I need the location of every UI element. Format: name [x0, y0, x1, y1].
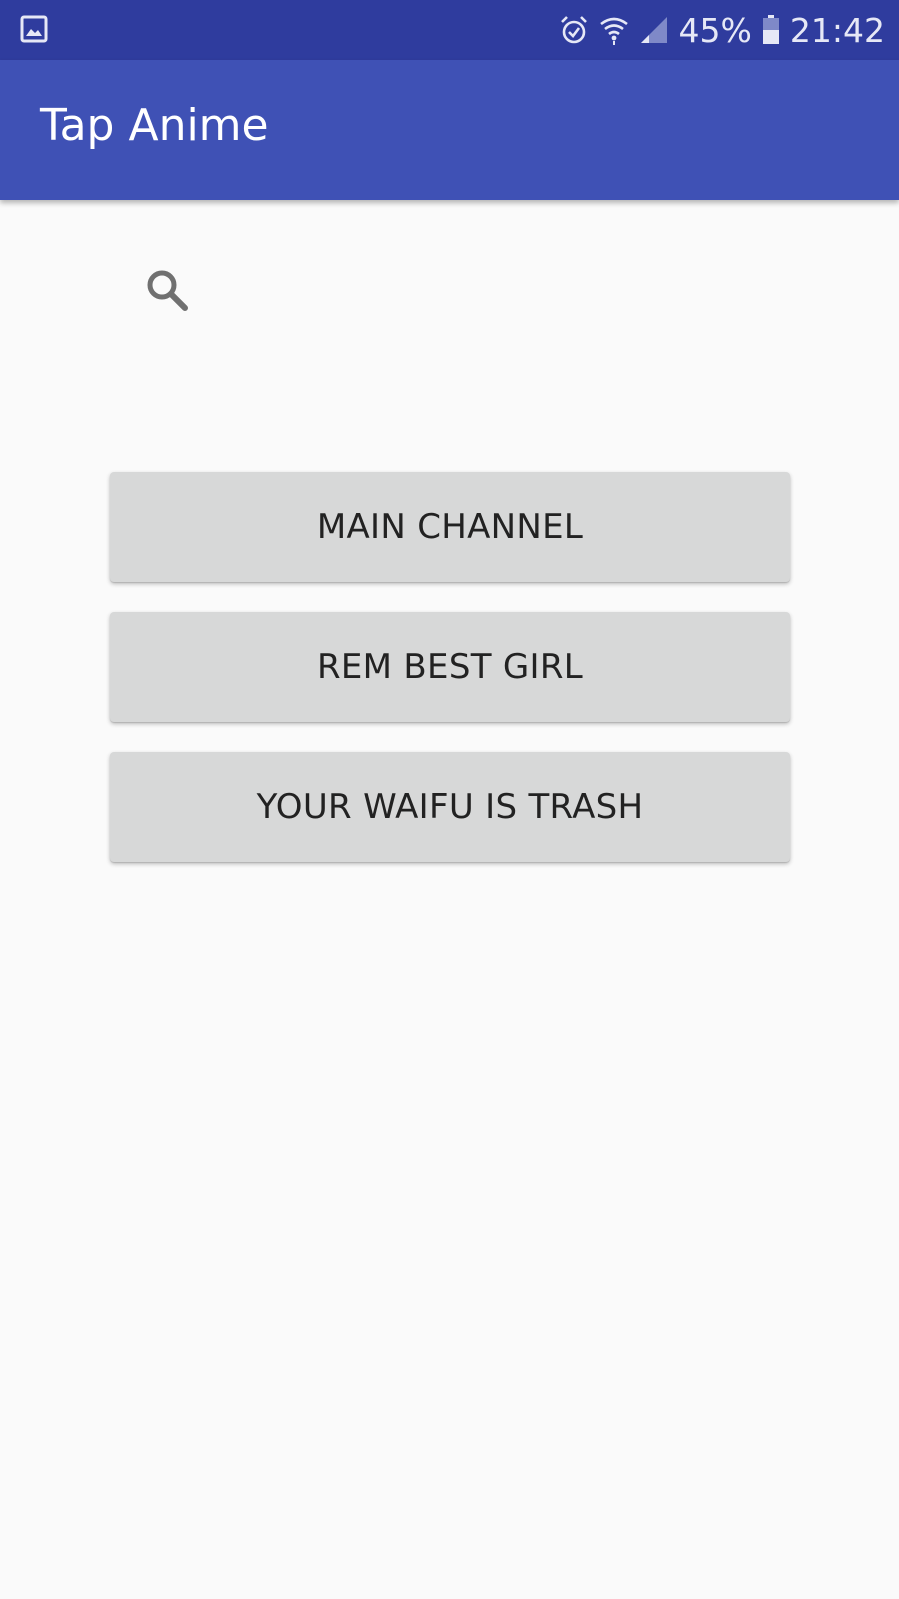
- screen: 45% 21:42 Tap Anime MAIN CHANNEL REM BES…: [0, 0, 899, 1599]
- search-icon[interactable]: [143, 266, 191, 314]
- rem-best-girl-button[interactable]: REM BEST GIRL: [110, 612, 790, 722]
- clock: 21:42: [789, 10, 885, 50]
- gallery-notification-icon: [20, 15, 48, 43]
- alarm-icon: [559, 14, 589, 46]
- your-waifu-is-trash-button[interactable]: YOUR WAIFU IS TRASH: [110, 752, 790, 862]
- status-bar: 45% 21:42: [0, 0, 899, 60]
- status-right-group: 45% 21:42: [559, 0, 885, 60]
- app-bar: Tap Anime: [0, 60, 899, 200]
- cellular-signal-icon: [639, 15, 669, 45]
- main-channel-button[interactable]: MAIN CHANNEL: [110, 472, 790, 582]
- wifi-icon: [599, 14, 629, 46]
- app-title: Tap Anime: [40, 100, 269, 151]
- battery-icon: [762, 15, 780, 45]
- battery-percent: 45%: [678, 10, 752, 50]
